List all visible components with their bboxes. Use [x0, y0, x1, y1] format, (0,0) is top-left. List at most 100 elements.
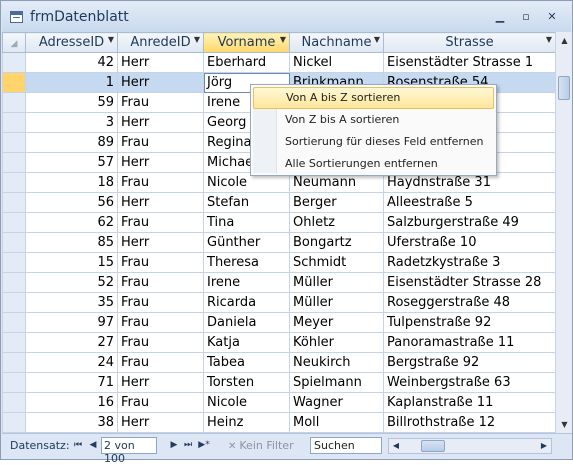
cell-adresseid[interactable]: 56	[25, 192, 118, 213]
cell-nachname[interactable]: Spielmann	[289, 372, 384, 393]
record-selector[interactable]	[2, 212, 26, 233]
cell-adresseid[interactable]: 52	[25, 272, 118, 293]
column-header-vorname[interactable]: Vorname ▼	[203, 32, 290, 53]
table-row[interactable]: 52 Frau Irene Müller Eisenstädter Strasse 28	[2, 272, 556, 293]
cell-adresseid[interactable]: 3	[25, 112, 118, 133]
cell-vorname[interactable]: Tina	[203, 212, 290, 233]
cell-strasse[interactable]: Billrothstraße 12	[383, 412, 556, 433]
horizontal-scrollbar[interactable]: ◀ ▶	[388, 438, 552, 454]
cell-anredeid[interactable]: Frau	[117, 352, 204, 373]
cell-adresseid[interactable]: 85	[25, 232, 118, 253]
cell-adresseid[interactable]: 16	[25, 392, 118, 413]
cell-anredeid[interactable]: Frau	[117, 92, 204, 113]
record-selector[interactable]	[2, 152, 26, 173]
menu-item-remove-field-sort[interactable]: Sortierung für dieses Feld entfernen	[253, 131, 494, 153]
table-row[interactable]: 62 Frau Tina Ohletz Salzburgerstraße 49	[2, 212, 556, 233]
cell-strasse[interactable]: Kaplanstraße 11	[383, 392, 556, 413]
cell-strasse[interactable]: Tulpenstraße 92	[383, 312, 556, 333]
cell-nachname[interactable]: Wagner	[289, 392, 384, 413]
dropdown-arrow-icon[interactable]: ▼	[194, 35, 200, 44]
scroll-left-icon[interactable]: ◀	[389, 439, 403, 453]
record-selector[interactable]	[2, 112, 26, 133]
cell-nachname[interactable]: Neukirch	[289, 352, 384, 373]
record-selector[interactable]	[2, 312, 26, 333]
cell-anredeid[interactable]: Frau	[117, 312, 204, 333]
dropdown-arrow-icon[interactable]: ▼	[280, 35, 286, 44]
record-selector[interactable]	[2, 352, 26, 373]
table-row[interactable]: 35 Frau Ricarda Müller Roseggerstraße 48	[2, 292, 556, 313]
cell-strasse[interactable]: Uferstraße 10	[383, 232, 556, 253]
cell-nachname[interactable]: Schmidt	[289, 252, 384, 273]
cell-strasse[interactable]: Panoramastraße 11	[383, 332, 556, 353]
table-row[interactable]: 42 Herr Eberhard Nickel Eisenstädter Strasse…	[2, 52, 556, 73]
column-header-strasse[interactable]: Strasse ▼	[383, 32, 556, 53]
table-row[interactable]: 56 Herr Stefan Berger Alleestraße 5	[2, 192, 556, 213]
cell-adresseid[interactable]: 1	[25, 72, 118, 93]
cell-anredeid[interactable]: Herr	[117, 72, 204, 93]
close-button[interactable]: ✕	[541, 8, 563, 26]
record-selector[interactable]	[2, 92, 26, 113]
record-selector[interactable]	[2, 412, 26, 433]
cell-nachname[interactable]: Müller	[289, 292, 384, 313]
cell-strasse[interactable]: Salzburgerstraße 49	[383, 212, 556, 233]
cell-vorname[interactable]: Theresa	[203, 252, 290, 273]
cell-nachname[interactable]: Nickel	[289, 52, 384, 73]
cell-adresseid[interactable]: 15	[25, 252, 118, 273]
maximize-button[interactable]: ▫	[515, 8, 537, 26]
cell-adresseid[interactable]: 24	[25, 352, 118, 373]
current-record-field[interactable]: 2 von 100	[101, 437, 157, 465]
cell-vorname[interactable]: Stefan	[203, 192, 290, 213]
cell-anredeid[interactable]: Herr	[117, 112, 204, 133]
record-selector[interactable]	[2, 132, 26, 153]
cell-adresseid[interactable]: 35	[25, 292, 118, 313]
select-all-corner[interactable]: ◢	[2, 32, 26, 53]
cell-anredeid[interactable]: Frau	[117, 392, 204, 413]
cell-strasse[interactable]: Alleestraße 5	[383, 192, 556, 213]
cell-adresseid[interactable]: 38	[25, 412, 118, 433]
cell-nachname[interactable]: Ohletz	[289, 212, 384, 233]
cell-anredeid[interactable]: Frau	[117, 172, 204, 193]
cell-adresseid[interactable]: 62	[25, 212, 118, 233]
cell-anredeid[interactable]: Frau	[117, 292, 204, 313]
table-row[interactable]: 97 Frau Daniela Meyer Tulpenstraße 92	[2, 312, 556, 333]
record-selector[interactable]	[2, 192, 26, 213]
cell-anredeid[interactable]: Frau	[117, 212, 204, 233]
record-selector[interactable]	[2, 392, 26, 413]
record-selector[interactable]	[2, 292, 26, 313]
cell-anredeid[interactable]: Frau	[117, 332, 204, 353]
record-selector[interactable]	[2, 372, 26, 393]
cell-vorname[interactable]: Katja	[203, 332, 290, 353]
menu-item-sort-a-z[interactable]: Von A bis Z sortieren	[253, 87, 494, 109]
next-record-icon[interactable]: ▶	[168, 438, 180, 452]
record-selector[interactable]	[2, 252, 26, 273]
cell-anredeid[interactable]: Herr	[117, 152, 204, 173]
cell-vorname[interactable]: Nicole	[203, 392, 290, 413]
dropdown-arrow-icon[interactable]: ▼	[108, 35, 114, 44]
cell-anredeid[interactable]: Frau	[117, 132, 204, 153]
table-row[interactable]: 71 Herr Torsten Spielmann Weinbergstraße 63	[2, 372, 556, 393]
cell-strasse[interactable]: Roseggerstraße 48	[383, 292, 556, 313]
cell-anredeid[interactable]: Herr	[117, 52, 204, 73]
cell-adresseid[interactable]: 71	[25, 372, 118, 393]
cell-adresseid[interactable]: 89	[25, 132, 118, 153]
cell-strasse[interactable]: Eisenstädter Strasse 1	[383, 52, 556, 73]
cell-adresseid[interactable]: 59	[25, 92, 118, 113]
menu-item-sort-z-a[interactable]: Von Z bis A sortieren	[253, 109, 494, 131]
last-record-icon[interactable]: ⏭	[182, 438, 194, 452]
vertical-scrollbar[interactable]: ▲ ▼	[555, 32, 572, 433]
cell-nachname[interactable]: Berger	[289, 192, 384, 213]
table-row[interactable]: 16 Frau Nicole Wagner Kaplanstraße 11	[2, 392, 556, 413]
cell-vorname[interactable]: Tabea	[203, 352, 290, 373]
cell-nachname[interactable]: Bongartz	[289, 232, 384, 253]
cell-vorname[interactable]: Torsten	[203, 372, 290, 393]
cell-vorname[interactable]: Irene	[203, 272, 290, 293]
cell-nachname[interactable]: Meyer	[289, 312, 384, 333]
record-selector[interactable]	[2, 52, 26, 73]
scroll-down-icon[interactable]: ▼	[556, 416, 572, 433]
table-row[interactable]: 38 Herr Heinz Moll Billrothstraße 12	[2, 412, 556, 433]
cell-adresseid[interactable]: 27	[25, 332, 118, 353]
record-selector[interactable]	[2, 332, 26, 353]
cell-anredeid[interactable]: Herr	[117, 192, 204, 213]
record-selector[interactable]	[2, 232, 26, 253]
cell-anredeid[interactable]: Frau	[117, 252, 204, 273]
